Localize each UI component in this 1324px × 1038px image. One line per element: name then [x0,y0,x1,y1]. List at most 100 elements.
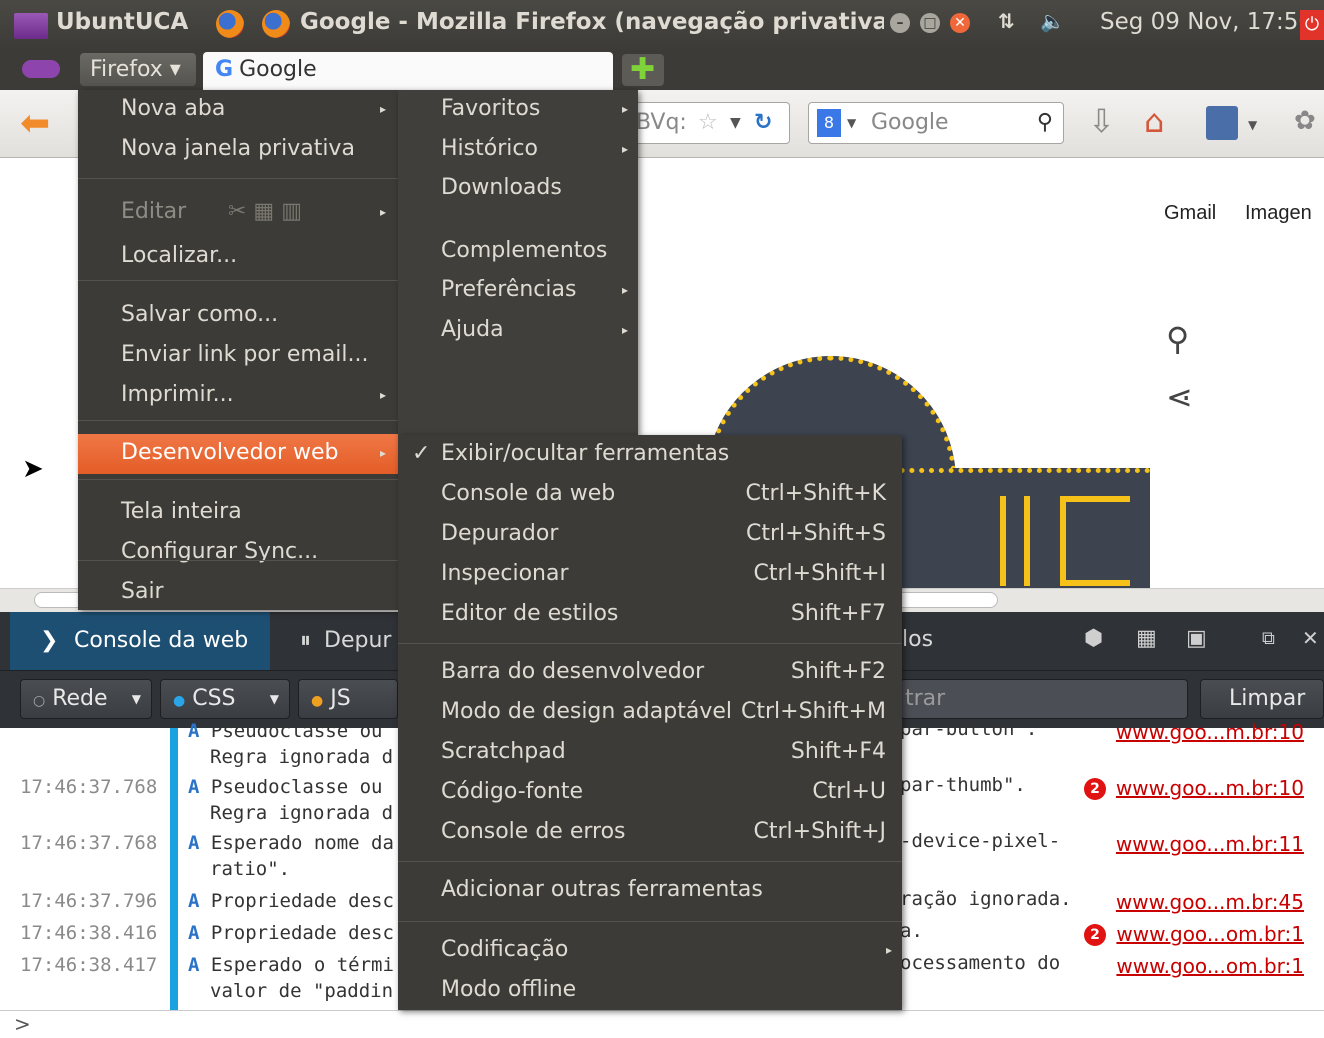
undock-icon[interactable]: ⧉ [1262,628,1275,649]
console-row-detail: par-button". [900,718,1038,740]
console-input[interactable]: > [0,1010,1324,1038]
reload-icon[interactable]: ↻ [754,103,772,143]
menu-item-editar[interactable]: Editar ✂ ▦ ▥ ▸ [78,193,398,233]
menu-item-label: Nova janela privativa [121,136,355,161]
menu-item-tela-inteira[interactable]: Tela inteira [78,493,398,533]
addon-icon[interactable]: ✿ [1294,106,1316,136]
responsive-icon[interactable]: ▣ [1186,626,1207,651]
top-panel: UbuntUCA Google - Mozilla Firefox (naveg… [0,0,1324,50]
clear-button[interactable]: Limpar [1200,679,1324,719]
filter-net-button[interactable]: ○ Rede ▼ [20,679,152,719]
menu-item-localizar[interactable]: Localizar... [78,237,398,277]
bookmarks-icon[interactable] [1206,106,1238,140]
web-developer-submenu: ✓ Exibir/ocultar ferramentas Console da we… [398,435,902,1010]
console-row-link[interactable]: www.goo...om.br:1 [1116,922,1304,946]
menu-item-nova-aba[interactable]: Nova aba ▸ [78,90,398,130]
dev-item-inspecionar[interactable]: Inspecionar Ctrl+Shift+I [398,555,902,595]
dev-item-c-digo-fonte[interactable]: Código-fonte Ctrl+U [398,773,902,813]
tab-debugger[interactable]: ⏸ Depur [300,612,391,670]
engine-dropdown-icon[interactable]: ▼ [847,103,856,143]
bookmark-star-icon[interactable]: ☆ [698,103,718,143]
dev-item-codifica-o[interactable]: Codificação ▸ [398,931,902,971]
firefox-launcher-icon[interactable] [216,10,244,38]
search-icon[interactable]: ⚲ [1037,103,1053,143]
chevron-right-icon: ▸ [379,205,386,219]
menu-item-desenvolvedor-web[interactable]: Desenvolvedor web ▸ [78,434,398,474]
dev-item-modo-offline[interactable]: Modo offline [398,971,902,1011]
menu-item-label: Console da web [441,481,616,506]
chevron-right-icon: ▸ [379,446,386,460]
console-row-message: Regra ignorada d [210,802,394,824]
volume-icon[interactable]: 🔈 [1040,9,1065,33]
dev-item-scratchpad[interactable]: Scratchpad Shift+F4 [398,733,902,773]
dev-item-barra-do-desenvolvedor[interactable]: Barra do desenvolvedor Shift+F2 [398,653,902,693]
shortcut-label: Ctrl+Shift+J [753,819,886,844]
console-row-link[interactable]: www.goo...m.br:10 [1116,720,1304,744]
warning-icon: A [188,954,200,976]
tab-console[interactable]: ❯ Console da web [10,612,270,670]
console-row-link[interactable]: www.goo...om.br:1 [1116,954,1304,978]
console-row-message: valor de "paddin [210,980,394,1002]
menu-item-sair[interactable]: Sair [78,573,398,613]
filter-input[interactable]: trar [900,679,1188,719]
gmail-link[interactable]: Gmail [1164,202,1216,225]
app-icon[interactable] [14,13,48,39]
bookmarks-dropdown-icon[interactable]: ▼ [1248,118,1257,132]
new-tab-button[interactable]: ✚ [622,54,664,86]
tab-partial[interactable]: los [902,627,933,652]
chevron-right-icon: ▸ [885,943,892,957]
menu-item-downloads[interactable]: Downloads [398,169,638,209]
downloads-icon[interactable]: ⇩ [1088,102,1115,140]
console-row-link[interactable]: www.goo...m.br:10 [1116,776,1304,800]
minimize-button[interactable]: – [890,13,910,33]
network-icon[interactable]: ⇅ [998,9,1015,33]
dev-item-exibir-ocultar-ferramentas[interactable]: ✓ Exibir/ocultar ferramentas [398,435,902,475]
tab-google[interactable]: G Google [203,52,613,90]
menu-separator [398,643,902,644]
menu-item-configurar-sync[interactable]: Configurar Sync... [78,533,398,573]
filter-css-button[interactable]: ● CSS ▼ [160,679,290,719]
dev-item-console-de-erros[interactable]: Console de erros Ctrl+Shift+J [398,813,902,853]
console-row-link[interactable]: www.goo...m.br:11 [1116,832,1304,856]
menu-separator [398,861,902,862]
console-row-message: A Esperado o térmi [188,954,394,976]
clock[interactable]: Seg 09 Nov, 17:50 [1100,9,1313,35]
close-devtools-icon[interactable]: ✕ [1302,626,1319,650]
close-button[interactable]: ✕ [950,13,970,33]
app-name[interactable]: UbuntUCA [56,9,188,35]
clapperboard-icon[interactable]: ▦ [1136,626,1157,651]
dev-item-depurador[interactable]: Depurador Ctrl+Shift+S [398,515,902,555]
search-bar[interactable]: 8 ▼ Google ⚲ [808,102,1064,144]
menu-item-imprimir[interactable]: Imprimir... ▸ [78,376,398,416]
maximize-button[interactable]: □ [920,13,940,33]
menu-item-ajuda[interactable]: Ajuda ▸ [398,311,638,351]
menu-item-hist-rico[interactable]: Histórico ▸ [398,130,638,170]
dev-item-modo-de-design-adapt-vel[interactable]: Modo de design adaptável Ctrl+Shift+M [398,693,902,733]
power-icon[interactable]: ⏻ [1300,10,1324,40]
menu-item-complementos[interactable]: Complementos [398,232,638,272]
dev-item-adicionar-outras-ferramentas[interactable]: Adicionar outras ferramentas [398,871,902,911]
back-arrow-icon[interactable]: ⬅ [20,104,50,144]
menu-item-enviar-link-por-email[interactable]: Enviar link por email... [78,336,398,376]
menu-item-salvar-como[interactable]: Salvar como... [78,296,398,336]
firefox-menu-button[interactable]: Firefox ▾ [80,53,196,86]
filter-js-button[interactable]: ● JS [298,679,398,719]
menu-item-favoritos[interactable]: Favoritos ▸ [398,90,638,130]
share-icon[interactable]: ⋖ [1166,378,1193,416]
console-row-link[interactable]: www.goo...m.br:45 [1116,890,1304,914]
menu-item-label: Inspecionar [441,561,569,586]
images-link[interactable]: Imagen [1245,202,1312,225]
menu-separator [78,178,398,179]
home-icon[interactable]: ⌂ [1144,102,1164,140]
url-bar[interactable]: BVq: ☆ ▼ ↻ [632,102,790,144]
dropdown-icon[interactable]: ▼ [730,103,741,143]
dev-item-console-da-web[interactable]: Console da web Ctrl+Shift+K [398,475,902,515]
dev-item-editor-de-estilos[interactable]: Editor de estilos Shift+F7 [398,595,902,635]
menu-item-label: Localizar... [121,243,238,268]
firefox-window-icon [262,10,290,38]
menu-item-prefer-ncias[interactable]: Preferências ▸ [398,271,638,311]
cube-icon[interactable]: ⬢ [1084,626,1103,651]
search-icon[interactable]: ⚲ [1166,320,1189,358]
menu-item-nova-janela-privativa[interactable]: Nova janela privativa [78,130,398,170]
search-engine-icon[interactable]: 8 [817,109,841,137]
